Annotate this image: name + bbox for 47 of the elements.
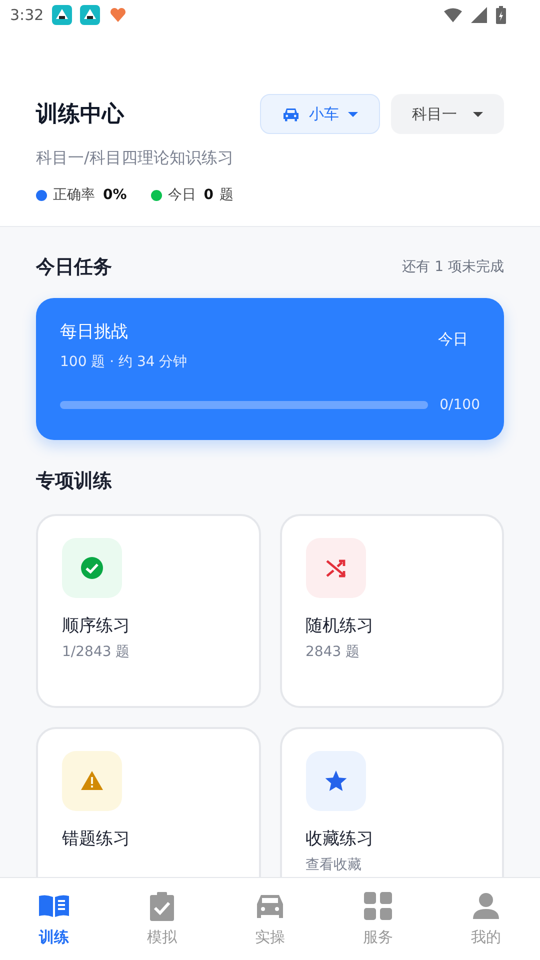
- person-icon: [470, 890, 502, 922]
- grid-icon: [362, 890, 394, 922]
- signal-icon: [470, 7, 488, 23]
- vehicle-dropdown[interactable]: 小车: [260, 94, 380, 134]
- practice-title: 顺序练习: [62, 615, 130, 637]
- check-icon: [62, 538, 122, 598]
- practice-title: 随机练习: [306, 615, 374, 637]
- shuffle-icon: [306, 538, 366, 598]
- caret-icon: [473, 112, 483, 116]
- practice-card[interactable]: 顺序练习 1/2843 题: [36, 514, 260, 708]
- app-icon: [80, 5, 100, 25]
- practice-count: 查看收藏: [306, 856, 362, 874]
- progress-text: 0/100: [440, 397, 480, 413]
- stat-unit: 题: [220, 186, 234, 204]
- wifi-icon: [444, 7, 462, 23]
- nav-tab[interactable]: 服务: [324, 878, 432, 960]
- section-title: 专项训练: [36, 469, 113, 494]
- practice-card[interactable]: 错题练习: [36, 727, 260, 877]
- subject-dropdown[interactable]: 科目一: [391, 94, 504, 134]
- nav-tab[interactable]: 模拟: [108, 878, 216, 960]
- practice-card[interactable]: 收藏练习 查看收藏: [280, 727, 504, 877]
- challenge-card[interactable]: 每日挑战 100 题 · 约 34 分钟 今日 0/100: [36, 298, 504, 440]
- practice-title: 错题练习: [62, 828, 130, 850]
- remaining-text: 还有 1 项未完成: [402, 258, 504, 276]
- stat-value: 0%: [103, 187, 127, 203]
- nav-tab[interactable]: 实操: [216, 878, 324, 960]
- stat-label: 今日: [168, 186, 196, 204]
- status-time: 3:32: [10, 6, 44, 24]
- page-title: 训练中心: [36, 100, 124, 129]
- practice-card[interactable]: 随机练习 2843 题: [280, 514, 504, 708]
- battery-icon: [496, 6, 506, 24]
- practice-title: 收藏练习: [306, 828, 374, 850]
- nav-tab[interactable]: 我的: [432, 878, 540, 960]
- stat-label: 正确率: [53, 186, 95, 204]
- warning-icon: [62, 751, 122, 811]
- caret-icon: [348, 112, 358, 116]
- practice-count: 1/2843 题: [62, 643, 130, 661]
- car-icon: [282, 106, 300, 122]
- section-title: 今日任务: [36, 255, 112, 280]
- app-icon: [52, 5, 72, 25]
- page-subtitle: 科目一/科目四理论知识练习: [36, 148, 234, 169]
- challenge-title: 每日挑战: [60, 321, 129, 343]
- challenge-tag: 今日: [438, 330, 468, 371]
- nav-tab[interactable]: 训练: [0, 878, 108, 960]
- challenge-detail: 100 题 · 约 34 分钟: [60, 353, 188, 371]
- stat-value: 0: [204, 187, 214, 203]
- practice-count: 2843 题: [306, 643, 360, 661]
